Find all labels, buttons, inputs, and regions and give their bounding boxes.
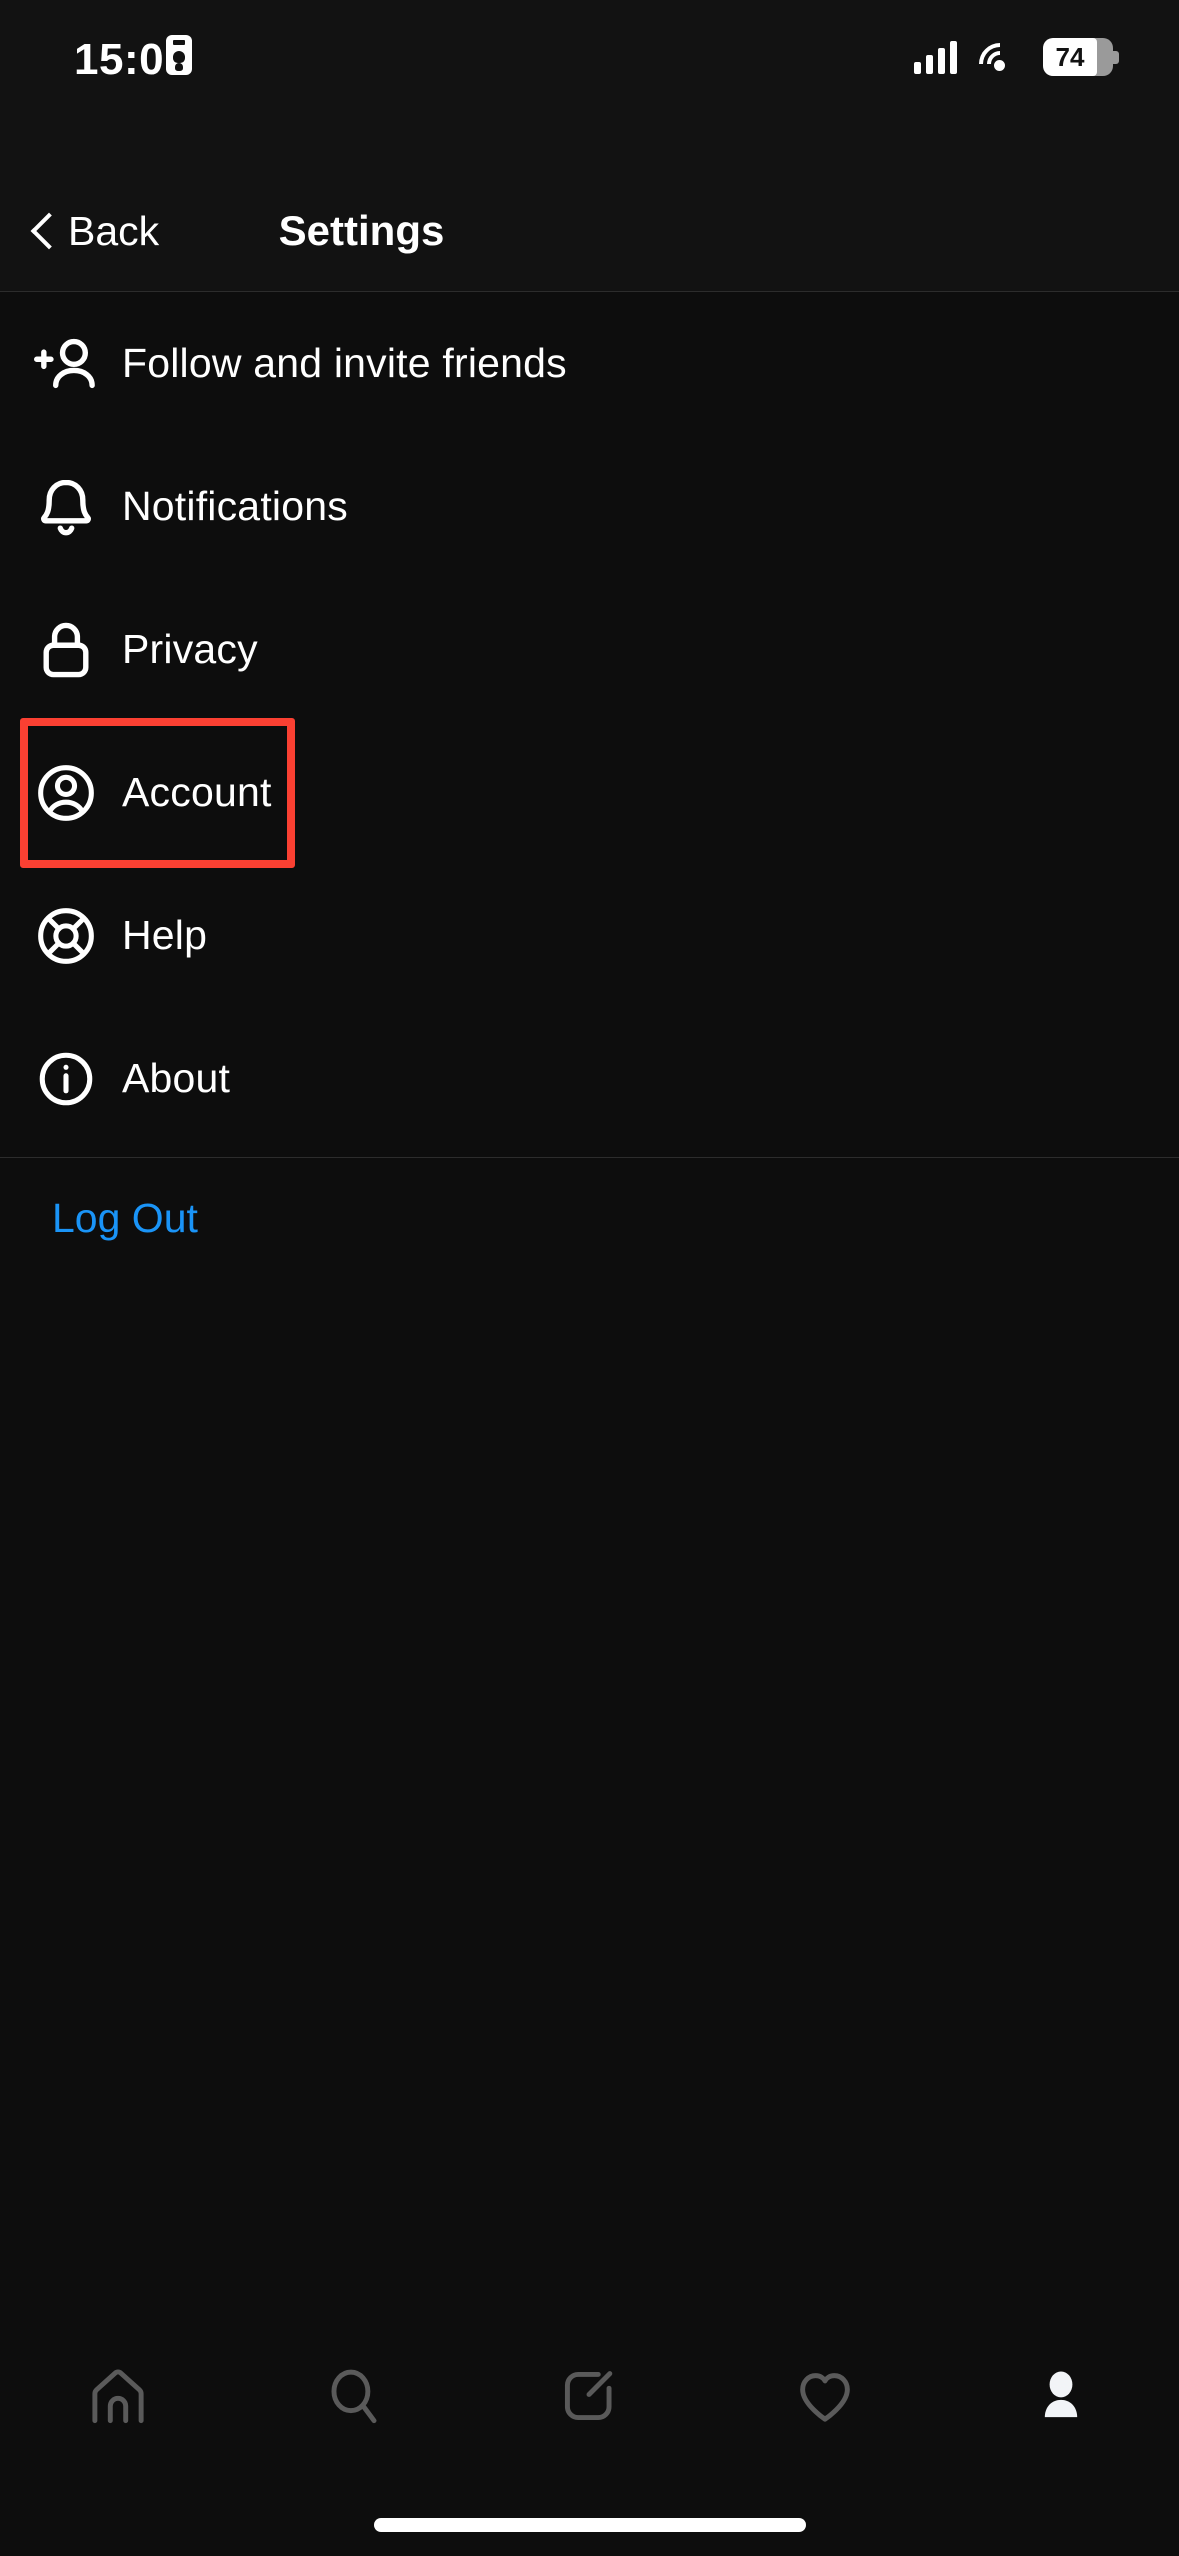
navigation-bar: Back Settings xyxy=(0,170,1179,292)
menu-item-notifications[interactable]: Notifications xyxy=(0,435,1179,578)
page-title: Settings xyxy=(278,207,445,254)
tab-search[interactable] xyxy=(236,2331,472,2461)
menu-item-label: Follow and invite friends xyxy=(122,340,567,386)
menu-item-label: Help xyxy=(122,912,208,958)
heart-icon xyxy=(800,2373,851,2422)
tab-home[interactable] xyxy=(0,2331,236,2461)
cellular-signal-icon xyxy=(914,40,957,74)
battery-icon: 74 xyxy=(1043,38,1119,76)
home-indicator xyxy=(373,2518,806,2532)
id-card-icon xyxy=(166,35,192,75)
menu-item-help[interactable]: Help xyxy=(0,864,1179,1007)
account-circle-icon xyxy=(28,755,104,831)
menu-item-label: Account xyxy=(122,769,272,815)
menu-item-follow-and-invite-friends[interactable]: Follow and invite friends xyxy=(0,292,1179,435)
tab-compose[interactable] xyxy=(472,2331,708,2461)
info-circle-icon xyxy=(28,1041,104,1117)
menu-item-label: Privacy xyxy=(122,626,258,672)
menu-item-account[interactable]: Account xyxy=(0,721,1179,864)
menu-item-label: Notifications xyxy=(122,483,348,529)
life-ring-icon xyxy=(28,898,104,974)
lock-icon xyxy=(28,612,104,688)
bell-icon xyxy=(28,469,104,545)
settings-menu-list: Follow and invite friends Notifications … xyxy=(0,292,1179,1150)
battery-level-text: 74 xyxy=(1055,41,1085,72)
menu-item-about[interactable]: About xyxy=(0,1007,1179,1150)
status-bar: 15:07 74 xyxy=(0,0,1179,170)
logout-button[interactable]: Log Out xyxy=(0,1158,1179,1278)
home-icon xyxy=(92,2369,144,2424)
menu-item-privacy[interactable]: Privacy xyxy=(0,578,1179,721)
menu-item-label: About xyxy=(122,1055,231,1101)
search-icon xyxy=(331,2369,377,2424)
compose-icon xyxy=(565,2371,613,2421)
add-person-icon xyxy=(28,326,104,402)
tab-activity[interactable] xyxy=(707,2331,943,2461)
logout-label: Log Out xyxy=(52,1194,198,1241)
bottom-tab-bar xyxy=(0,2331,1179,2461)
tab-profile[interactable] xyxy=(943,2331,1179,2461)
status-bar-indicators: 74 xyxy=(914,34,1119,94)
phone-screen: 15:07 74 Back Settings Follow and invite… xyxy=(0,0,1179,2556)
profile-icon xyxy=(1044,2371,1078,2418)
wifi-icon xyxy=(970,34,1030,94)
